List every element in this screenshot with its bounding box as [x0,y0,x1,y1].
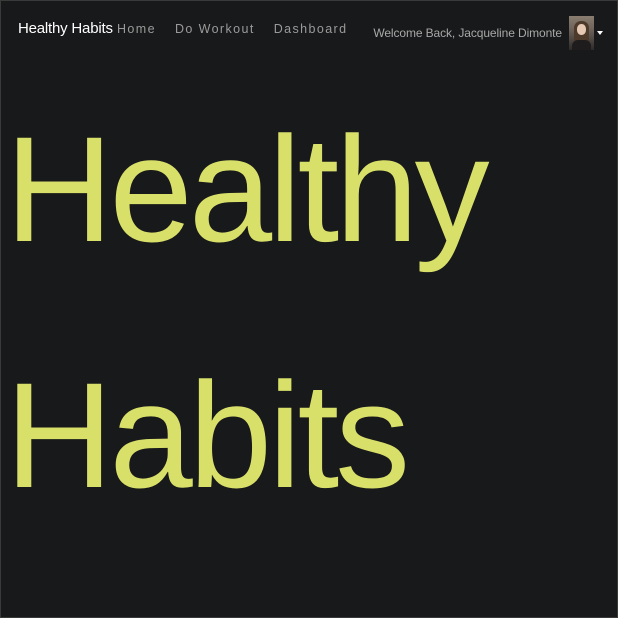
hero-title-line-1: Healthy [5,105,490,273]
avatar-shirt [572,40,591,50]
hero-title-line-2: Habits [5,351,410,519]
nav-links: Home Do Workout Dashboard [117,22,366,36]
brand-logo-text[interactable]: Healthy Habits [18,20,113,37]
nav-link-home[interactable]: Home [117,22,156,36]
user-menu[interactable]: Welcome Back, Jacqueline Dimonte [373,16,603,50]
caret-down-icon[interactable] [597,31,603,35]
welcome-message: Welcome Back, Jacqueline Dimonte [373,26,562,40]
nav-link-dashboard[interactable]: Dashboard [274,22,348,36]
avatar[interactable] [569,16,594,50]
hero-heading: Healthy Habits [1,97,618,517]
avatar-face [577,24,586,35]
nav-link-do-workout[interactable]: Do Workout [175,22,255,36]
navbar: Healthy Habits Home Do Workout Dashboard… [1,1,618,59]
